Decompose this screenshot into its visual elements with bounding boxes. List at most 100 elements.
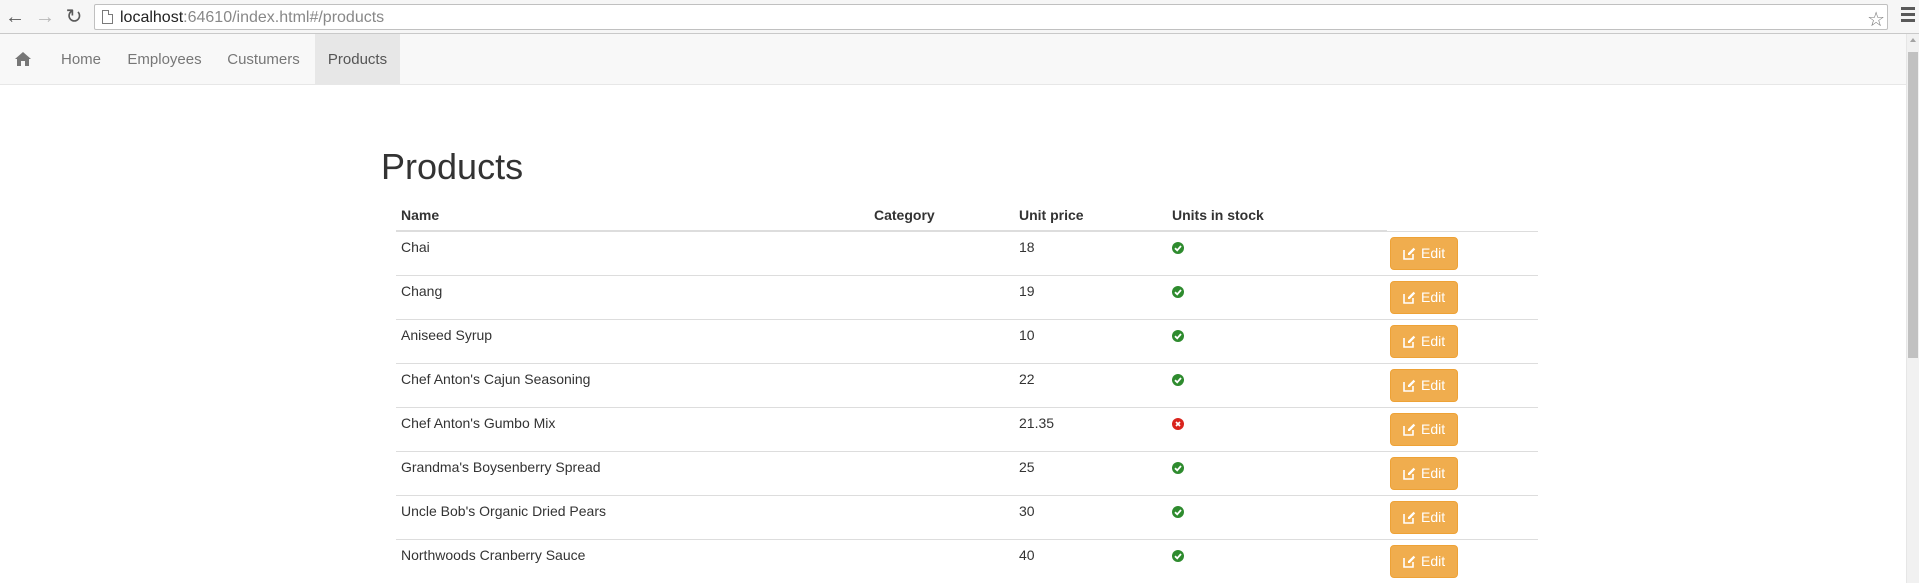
- edit-button-label: Edit: [1421, 289, 1446, 305]
- product-category-cell: [869, 406, 1014, 451]
- url-text: localhost:64610/index.html#/products: [120, 9, 385, 26]
- forward-arrow-icon[interactable]: →: [33, 5, 57, 29]
- product-action-cell: Edit: [1387, 230, 1538, 275]
- edit-button-label: Edit: [1421, 245, 1446, 261]
- product-action-cell: Edit: [1387, 538, 1538, 583]
- table-row: Chang 19 Edit: [396, 274, 1538, 319]
- product-unit-price-cell: 25: [1014, 450, 1167, 495]
- product-stock-cell: [1167, 362, 1387, 407]
- product-unit-price-cell: 21.35: [1014, 406, 1167, 451]
- product-stock-cell: [1167, 450, 1387, 495]
- header-category: Category: [869, 200, 1014, 232]
- edit-button[interactable]: Edit: [1390, 412, 1458, 446]
- product-category-cell: [869, 274, 1014, 319]
- header-units-in-stock: Units in stock: [1167, 200, 1387, 232]
- edit-button-label: Edit: [1421, 377, 1446, 393]
- table-header-row: Name Category Unit price Units in stock: [396, 200, 1538, 232]
- reload-icon[interactable]: ↻: [62, 5, 86, 29]
- product-stock-cell: [1167, 494, 1387, 539]
- scroll-thumb[interactable]: [1908, 52, 1918, 358]
- nav-item-employees[interactable]: Employees: [117, 34, 212, 84]
- product-action-cell: Edit: [1387, 406, 1538, 451]
- product-name-cell: Aniseed Syrup: [396, 318, 869, 363]
- table-row: Chai 18 Edit: [396, 230, 1538, 275]
- product-unit-price-cell: 30: [1014, 494, 1167, 539]
- back-arrow-icon[interactable]: ←: [3, 5, 27, 29]
- edit-icon: [1403, 335, 1416, 348]
- edit-button-label: Edit: [1421, 509, 1446, 525]
- check-circle-icon: [1172, 285, 1184, 298]
- check-circle-icon: [1172, 329, 1184, 342]
- page-title: Products: [381, 146, 524, 187]
- edit-icon: [1403, 247, 1416, 260]
- product-unit-price-cell: 10: [1014, 318, 1167, 363]
- nav-item-custumers[interactable]: Custumers: [212, 34, 315, 84]
- edit-button[interactable]: Edit: [1390, 324, 1458, 358]
- table-row: Aniseed Syrup 10 Edit: [396, 318, 1538, 363]
- vertical-scrollbar[interactable]: [1906, 34, 1919, 583]
- product-name-cell: Northwoods Cranberry Sauce: [396, 538, 869, 583]
- product-category-cell: [869, 538, 1014, 583]
- check-circle-icon: [1172, 242, 1184, 254]
- nav-item-label: Employees: [127, 50, 202, 68]
- header-unit-price: Unit price: [1014, 200, 1167, 232]
- product-name-cell: Chef Anton's Cajun Seasoning: [396, 362, 869, 407]
- check-circle-icon: [1172, 505, 1184, 518]
- product-name-cell: Chef Anton's Gumbo Mix: [396, 406, 869, 451]
- table-row: Northwoods Cranberry Sauce 40 Edit: [396, 538, 1538, 583]
- edit-button[interactable]: Edit: [1390, 368, 1458, 402]
- remove-circle-icon: [1172, 417, 1184, 430]
- nav-item-label: Products: [327, 50, 388, 68]
- app-navbar: Home Employees Custumers Products: [0, 34, 1906, 85]
- nav-home-icon-link[interactable]: [0, 34, 45, 84]
- edit-icon: [1403, 379, 1416, 392]
- edit-button-label: Edit: [1421, 553, 1446, 569]
- product-unit-price-cell: 19: [1014, 274, 1167, 319]
- edit-button[interactable]: Edit: [1390, 500, 1458, 534]
- product-stock-cell: [1167, 318, 1387, 363]
- nav-item-home[interactable]: Home: [45, 34, 117, 84]
- product-unit-price-cell: 22: [1014, 362, 1167, 407]
- edit-button[interactable]: Edit: [1390, 456, 1458, 490]
- product-category-cell: [869, 494, 1014, 539]
- scroll-up-arrow-icon[interactable]: [1910, 38, 1916, 42]
- nav-item-products[interactable]: Products: [315, 34, 400, 84]
- edit-button[interactable]: Edit: [1390, 280, 1458, 314]
- header-actions: [1387, 200, 1538, 232]
- product-action-cell: Edit: [1387, 274, 1538, 319]
- product-unit-price-cell: 40: [1014, 538, 1167, 583]
- nav-item-label: Custumers: [227, 50, 300, 68]
- product-category-cell: [869, 450, 1014, 495]
- edit-button-label: Edit: [1421, 465, 1446, 481]
- product-action-cell: Edit: [1387, 318, 1538, 363]
- product-action-cell: Edit: [1387, 494, 1538, 539]
- edit-button[interactable]: Edit: [1390, 544, 1458, 578]
- product-name-cell: Chang: [396, 274, 869, 319]
- table-row: Uncle Bob's Organic Dried Pears 30 Edit: [396, 494, 1538, 539]
- products-table: Name Category Unit price Units in stock …: [396, 200, 1538, 583]
- table-row: Chef Anton's Cajun Seasoning 22 Edit: [396, 362, 1538, 407]
- browser-menu-icon[interactable]: [1901, 7, 1915, 23]
- product-action-cell: Edit: [1387, 362, 1538, 407]
- edit-icon: [1403, 467, 1416, 480]
- product-name-cell: Grandma's Boysenberry Spread: [396, 450, 869, 495]
- product-stock-cell: [1167, 274, 1387, 319]
- page-icon: [102, 10, 113, 24]
- bookmark-star-icon[interactable]: ☆: [1867, 7, 1885, 32]
- address-bar[interactable]: localhost:64610/index.html#/products ☆: [94, 4, 1888, 32]
- product-category-cell: [869, 362, 1014, 407]
- table-row: Chef Anton's Gumbo Mix 21.35 Edit: [396, 406, 1538, 451]
- product-category-cell: [869, 318, 1014, 363]
- edit-button-label: Edit: [1421, 421, 1446, 437]
- edit-button[interactable]: Edit: [1390, 236, 1458, 270]
- edit-icon: [1403, 291, 1416, 304]
- edit-icon: [1403, 555, 1416, 568]
- table-row: Grandma's Boysenberry Spread 25 Edit: [396, 450, 1538, 495]
- product-action-cell: Edit: [1387, 450, 1538, 495]
- edit-icon: [1403, 511, 1416, 524]
- product-name-cell: Uncle Bob's Organic Dried Pears: [396, 494, 869, 539]
- product-stock-cell: [1167, 538, 1387, 583]
- check-circle-icon: [1172, 373, 1184, 386]
- product-stock-cell: [1167, 406, 1387, 451]
- product-unit-price-cell: 18: [1014, 230, 1167, 275]
